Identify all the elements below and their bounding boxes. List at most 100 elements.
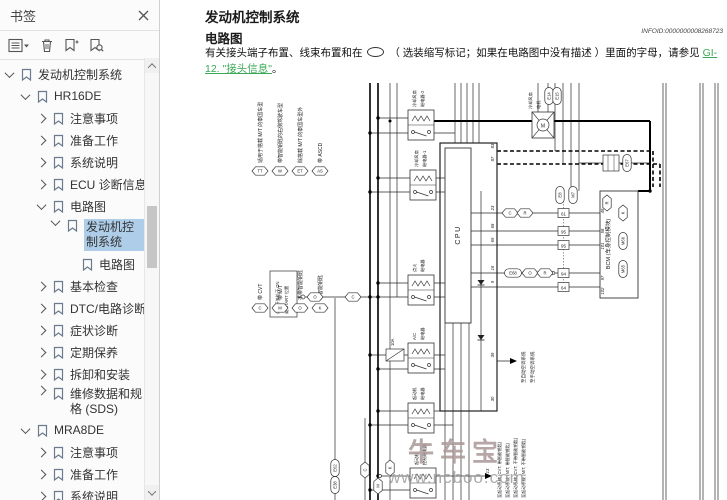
svg-text:101: 101 [600, 243, 605, 250]
chevron-down-icon[interactable] [4, 67, 15, 78]
chevron-right-icon[interactable] [36, 491, 47, 500]
svg-text:39: 39 [490, 352, 495, 357]
bookmarks-tree: 发动机控制系统 HR16DE 注意事项 准备工作 系统说明 ECU 诊断信息 电… [0, 58, 144, 500]
bookmark-icon [53, 200, 64, 213]
gi-link-part1[interactable]: GI- [703, 47, 718, 59]
chevron-right-icon[interactable] [36, 113, 47, 123]
svg-text:95: 95 [561, 230, 567, 235]
svg-text:继电器: 继电器 [419, 327, 426, 340]
bookmark-icon [53, 112, 64, 125]
scrollbar-thumb[interactable] [147, 206, 157, 268]
svg-text:K: K [319, 306, 322, 311]
svg-text:冷却风扇: 冷却风扇 [411, 90, 418, 107]
bookmark-icon [53, 134, 64, 147]
chevron-down-icon[interactable] [20, 89, 31, 100]
chevron-down-icon[interactable] [50, 216, 61, 227]
svg-text:适用于搭载 M/T 的泰国车型: 适用于搭载 M/T 的泰国车型 [257, 102, 264, 163]
sidebar-item-symptom-diagnosis[interactable]: 症状诊断 [0, 319, 144, 341]
chevron-right-icon[interactable] [36, 369, 47, 379]
chevron-right-icon[interactable] [36, 281, 47, 291]
sidebar-item-engine-control-system[interactable]: 发动机控制系统 [0, 63, 144, 85]
svg-text:带 ASCD: 带 ASCD [318, 142, 324, 163]
svg-text:至自动空调系统: 至自动空调系统 [520, 351, 527, 383]
chevron-down-icon[interactable] [20, 423, 31, 434]
find-bookmark-icon[interactable] [89, 38, 104, 53]
chevron-right-icon[interactable] [36, 347, 47, 357]
add-bookmark-icon[interactable] [64, 38, 79, 53]
sidebar-item-wiring-diagram-page[interactable]: 电路图 [0, 253, 144, 275]
chevron-right-icon[interactable] [36, 179, 47, 189]
sidebar-item-service-data-specs[interactable]: 维修数据和规格 (SDS) [0, 385, 144, 419]
svg-text:102: 102 [600, 287, 605, 295]
bookmarks-panel-title: 书签 [10, 8, 37, 24]
sidebar-item-removal-installation[interactable]: 拆卸和安装 [0, 363, 144, 385]
svg-text:C: C [508, 211, 511, 216]
document-page: 发动机控制系统 INFOID:0000000008268723 电路图 有关接头… [161, 0, 727, 500]
svg-text:49: 49 [600, 208, 605, 213]
svg-text:C: C [363, 468, 368, 471]
shielded-wires [497, 150, 661, 187]
svg-text:94: 94 [561, 272, 567, 277]
ecm-pin-numbers: 83 87 23 68 69 16 9 39 30 13 [485, 143, 495, 473]
chevron-right-icon[interactable] [36, 303, 47, 313]
svg-text:C: C [351, 295, 354, 300]
intro-paragraph: 有关接头端子布置、线束布置和在 （ 选装缩写标记；如果在电路图中没有描述 ）里面… [205, 46, 723, 78]
bookmark-options-icon[interactable] [8, 38, 30, 53]
svg-text:M65: M65 [621, 264, 626, 273]
svg-text:87: 87 [490, 156, 495, 161]
scroll-down-icon[interactable] [145, 485, 159, 500]
svg-text:M66: M66 [621, 236, 626, 245]
svg-text:至手动空调系统: 至手动空调系统 [529, 351, 536, 383]
svg-text:97: 97 [600, 275, 605, 280]
sidebar-item-precautions-2[interactable]: 注意事项 [0, 441, 144, 463]
chevron-down-icon[interactable] [36, 199, 47, 210]
sidebar-item-system-description[interactable]: 系统说明 [0, 151, 144, 173]
delete-bookmark-icon[interactable] [40, 38, 54, 53]
svg-text:继电器-2: 继电器-2 [419, 90, 426, 107]
chevron-right-icon[interactable] [36, 469, 47, 479]
sidebar-item-ecu-diagnosis-info[interactable]: ECU 诊断信息 [0, 173, 144, 195]
wire-lines [297, 83, 719, 500]
bookmark-icon [37, 424, 48, 437]
bcm-label: BCM (车身控制模块) [604, 219, 612, 270]
svg-text:E15: E15 [555, 92, 560, 100]
sidebar-item-basic-inspection[interactable]: 基本检查 [0, 275, 144, 297]
svg-text:95: 95 [561, 244, 567, 249]
infoid-label: INFOID:0000000008268723 [641, 28, 723, 35]
sidebar-item-dtc-circuit-diagnosis[interactable]: DTC/电路诊断 [0, 297, 144, 319]
sidebar-item-engine-control-system-selected[interactable]: 发动机控制系统 [0, 216, 144, 253]
chevron-right-icon[interactable] [36, 157, 47, 167]
sidebar-item-hr16de[interactable]: HR16DE [0, 85, 144, 107]
wiring-diagram: CPU BCM (车身控制模块) 冷却风扇 继电器-2 冷却风扇 继电器-1 点… [251, 83, 719, 500]
chevron-right-icon[interactable] [36, 325, 47, 335]
svg-text:83: 83 [490, 143, 495, 148]
sidebar-item-system-description-2[interactable]: 系统说明 [0, 485, 144, 500]
legend-option-codes-1: TT 适用于搭载 M/T 的泰国车型 W 带智能钥匙的右侧驾驶车型 ET 除搭载… [251, 102, 329, 176]
close-icon[interactable] [138, 10, 149, 21]
svg-text:继电器: 继电器 [419, 259, 426, 272]
scroll-up-icon[interactable] [145, 58, 159, 73]
relay-cooling-fan-1: 冷却风扇 继电器-1 [409, 150, 437, 201]
sidebar-item-periodic-maintenance[interactable]: 定期保养 [0, 341, 144, 363]
sidebar-item-wiring-diagram[interactable]: 电路图 [0, 195, 144, 217]
relay-ignition: 点火 继电器 [407, 259, 435, 306]
svg-text:冷却风扇: 冷却风扇 [413, 150, 420, 167]
sidebar-item-preparation-2[interactable]: 准备工作 [0, 463, 144, 485]
svg-text:继电器-1: 继电器-1 [421, 150, 428, 167]
svg-text:E67: E67 [625, 159, 630, 167]
sidebar-scrollbar[interactable] [144, 58, 159, 500]
gi-link-part2[interactable]: 12. "接头信息" [205, 63, 272, 75]
chevron-right-icon[interactable] [36, 135, 47, 145]
svg-text:K: K [621, 211, 626, 214]
svg-text:E8: E8 [558, 192, 563, 198]
svg-text:E68: E68 [509, 271, 517, 276]
sidebar-item-preparation[interactable]: 准备工作 [0, 129, 144, 151]
chevron-right-icon[interactable] [36, 385, 47, 396]
svg-text:除搭载 M/T 的泰国车型外: 除搭载 M/T 的泰国车型外 [297, 107, 304, 163]
sidebar-item-mra8de[interactable]: MRA8DE [0, 419, 144, 441]
svg-text:R: R [605, 201, 610, 204]
selected-bookmark: 发动机控制系统 [84, 219, 144, 251]
chevron-right-icon[interactable] [36, 447, 47, 457]
svg-text:M: M [541, 123, 545, 129]
sidebar-item-precautions[interactable]: 注意事项 [0, 107, 144, 129]
